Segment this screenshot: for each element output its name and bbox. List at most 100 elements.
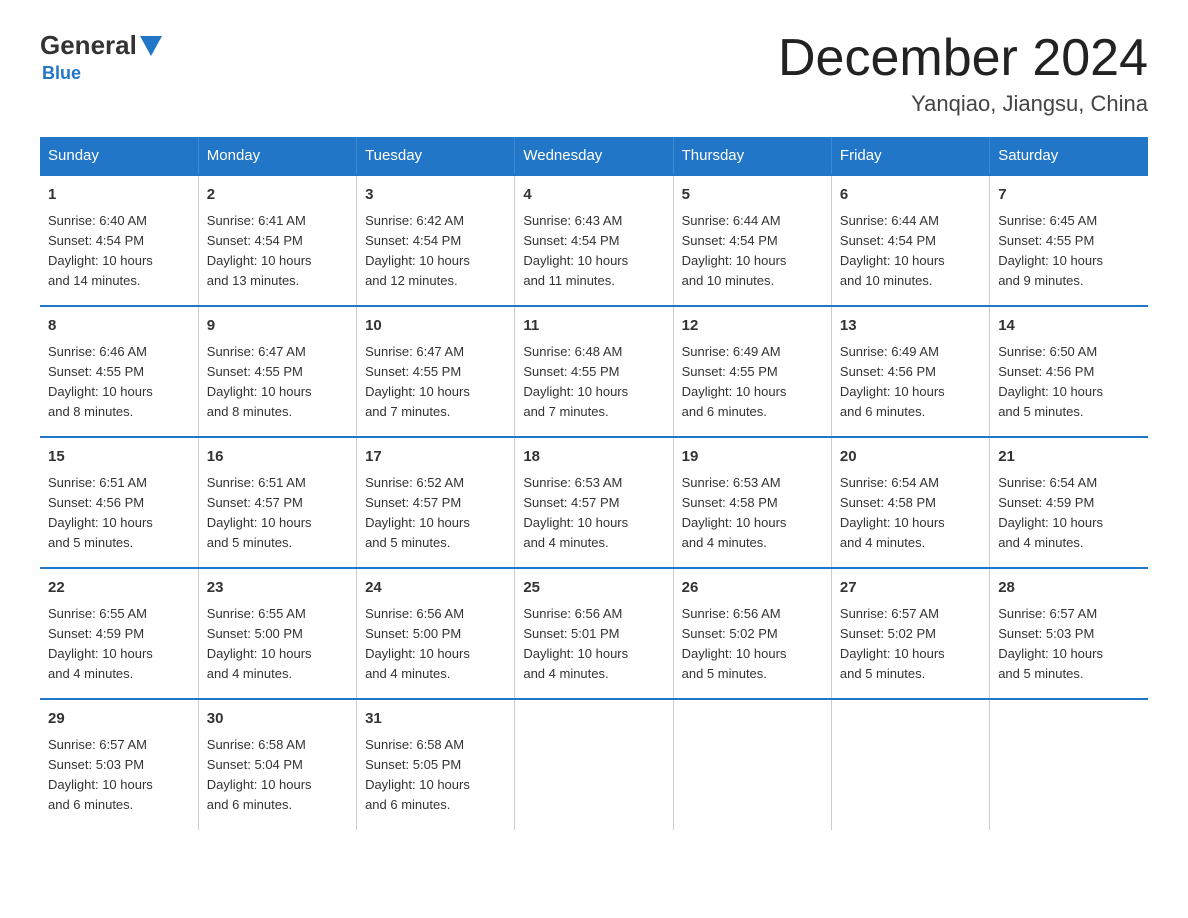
calendar-cell: 1 Sunrise: 6:40 AM Sunset: 4:54 PM Dayli…: [40, 175, 198, 306]
day-number: 18: [523, 446, 664, 469]
weekday-header-tuesday: Tuesday: [357, 137, 515, 175]
logo: General Blue: [40, 30, 162, 84]
calendar-cell: 4 Sunrise: 6:43 AM Sunset: 4:54 PM Dayli…: [515, 175, 673, 306]
calendar-cell: 29 Sunrise: 6:57 AM Sunset: 5:03 PM Dayl…: [40, 699, 198, 829]
day-number: 15: [48, 446, 190, 469]
day-number: 29: [48, 708, 190, 731]
logo-triangle-icon: [140, 36, 162, 56]
day-info: Sunrise: 6:45 AM Sunset: 4:55 PM Dayligh…: [998, 211, 1140, 292]
weekday-header-friday: Friday: [831, 137, 989, 175]
day-number: 4: [523, 184, 664, 207]
day-info: Sunrise: 6:57 AM Sunset: 5:03 PM Dayligh…: [998, 604, 1140, 685]
calendar-cell: 15 Sunrise: 6:51 AM Sunset: 4:56 PM Dayl…: [40, 437, 198, 568]
calendar-cell: 13 Sunrise: 6:49 AM Sunset: 4:56 PM Dayl…: [831, 306, 989, 437]
day-number: 14: [998, 315, 1140, 338]
day-number: 21: [998, 446, 1140, 469]
day-info: Sunrise: 6:49 AM Sunset: 4:55 PM Dayligh…: [682, 342, 823, 423]
week-row-4: 22 Sunrise: 6:55 AM Sunset: 4:59 PM Dayl…: [40, 568, 1148, 699]
calendar-cell: 31 Sunrise: 6:58 AM Sunset: 5:05 PM Dayl…: [357, 699, 515, 829]
calendar-cell: [831, 699, 989, 829]
calendar-cell: 25 Sunrise: 6:56 AM Sunset: 5:01 PM Dayl…: [515, 568, 673, 699]
calendar-cell: 2 Sunrise: 6:41 AM Sunset: 4:54 PM Dayli…: [198, 175, 356, 306]
day-info: Sunrise: 6:56 AM Sunset: 5:01 PM Dayligh…: [523, 604, 664, 685]
day-info: Sunrise: 6:58 AM Sunset: 5:04 PM Dayligh…: [207, 735, 348, 816]
calendar-table: SundayMondayTuesdayWednesdayThursdayFrid…: [40, 137, 1148, 829]
location: Yanqiao, Jiangsu, China: [778, 91, 1148, 117]
weekday-header-monday: Monday: [198, 137, 356, 175]
day-info: Sunrise: 6:58 AM Sunset: 5:05 PM Dayligh…: [365, 735, 506, 816]
calendar-cell: 24 Sunrise: 6:56 AM Sunset: 5:00 PM Dayl…: [357, 568, 515, 699]
calendar-cell: 12 Sunrise: 6:49 AM Sunset: 4:55 PM Dayl…: [673, 306, 831, 437]
calendar-cell: 16 Sunrise: 6:51 AM Sunset: 4:57 PM Dayl…: [198, 437, 356, 568]
day-number: 31: [365, 708, 506, 731]
day-number: 28: [998, 577, 1140, 600]
day-info: Sunrise: 6:44 AM Sunset: 4:54 PM Dayligh…: [840, 211, 981, 292]
day-number: 30: [207, 708, 348, 731]
day-info: Sunrise: 6:56 AM Sunset: 5:02 PM Dayligh…: [682, 604, 823, 685]
day-number: 20: [840, 446, 981, 469]
day-info: Sunrise: 6:53 AM Sunset: 4:57 PM Dayligh…: [523, 473, 664, 554]
day-info: Sunrise: 6:42 AM Sunset: 4:54 PM Dayligh…: [365, 211, 506, 292]
calendar-cell: 8 Sunrise: 6:46 AM Sunset: 4:55 PM Dayli…: [40, 306, 198, 437]
day-number: 27: [840, 577, 981, 600]
weekday-header-wednesday: Wednesday: [515, 137, 673, 175]
month-title: December 2024: [778, 30, 1148, 87]
page-header: General Blue December 2024 Yanqiao, Jian…: [40, 30, 1148, 117]
day-info: Sunrise: 6:43 AM Sunset: 4:54 PM Dayligh…: [523, 211, 664, 292]
logo-general-text: General: [40, 30, 137, 61]
calendar-cell: 9 Sunrise: 6:47 AM Sunset: 4:55 PM Dayli…: [198, 306, 356, 437]
calendar-cell: 27 Sunrise: 6:57 AM Sunset: 5:02 PM Dayl…: [831, 568, 989, 699]
calendar-cell: 20 Sunrise: 6:54 AM Sunset: 4:58 PM Dayl…: [831, 437, 989, 568]
day-info: Sunrise: 6:46 AM Sunset: 4:55 PM Dayligh…: [48, 342, 190, 423]
calendar-cell: [515, 699, 673, 829]
calendar-cell: 17 Sunrise: 6:52 AM Sunset: 4:57 PM Dayl…: [357, 437, 515, 568]
weekday-header-row: SundayMondayTuesdayWednesdayThursdayFrid…: [40, 137, 1148, 175]
calendar-cell: [673, 699, 831, 829]
day-number: 9: [207, 315, 348, 338]
calendar-cell: 30 Sunrise: 6:58 AM Sunset: 5:04 PM Dayl…: [198, 699, 356, 829]
day-number: 16: [207, 446, 348, 469]
day-number: 2: [207, 184, 348, 207]
day-number: 25: [523, 577, 664, 600]
calendar-cell: 19 Sunrise: 6:53 AM Sunset: 4:58 PM Dayl…: [673, 437, 831, 568]
calendar-cell: 23 Sunrise: 6:55 AM Sunset: 5:00 PM Dayl…: [198, 568, 356, 699]
calendar-cell: 5 Sunrise: 6:44 AM Sunset: 4:54 PM Dayli…: [673, 175, 831, 306]
week-row-2: 8 Sunrise: 6:46 AM Sunset: 4:55 PM Dayli…: [40, 306, 1148, 437]
day-number: 10: [365, 315, 506, 338]
day-info: Sunrise: 6:50 AM Sunset: 4:56 PM Dayligh…: [998, 342, 1140, 423]
calendar-cell: 3 Sunrise: 6:42 AM Sunset: 4:54 PM Dayli…: [357, 175, 515, 306]
day-info: Sunrise: 6:47 AM Sunset: 4:55 PM Dayligh…: [207, 342, 348, 423]
day-number: 1: [48, 184, 190, 207]
day-info: Sunrise: 6:56 AM Sunset: 5:00 PM Dayligh…: [365, 604, 506, 685]
calendar-cell: 10 Sunrise: 6:47 AM Sunset: 4:55 PM Dayl…: [357, 306, 515, 437]
day-number: 17: [365, 446, 506, 469]
day-number: 11: [523, 315, 664, 338]
calendar-cell: 22 Sunrise: 6:55 AM Sunset: 4:59 PM Dayl…: [40, 568, 198, 699]
day-number: 13: [840, 315, 981, 338]
day-info: Sunrise: 6:44 AM Sunset: 4:54 PM Dayligh…: [682, 211, 823, 292]
day-number: 3: [365, 184, 506, 207]
day-info: Sunrise: 6:54 AM Sunset: 4:58 PM Dayligh…: [840, 473, 981, 554]
calendar-cell: 28 Sunrise: 6:57 AM Sunset: 5:03 PM Dayl…: [990, 568, 1148, 699]
week-row-3: 15 Sunrise: 6:51 AM Sunset: 4:56 PM Dayl…: [40, 437, 1148, 568]
day-number: 26: [682, 577, 823, 600]
day-info: Sunrise: 6:53 AM Sunset: 4:58 PM Dayligh…: [682, 473, 823, 554]
calendar-cell: 14 Sunrise: 6:50 AM Sunset: 4:56 PM Dayl…: [990, 306, 1148, 437]
logo-blue-text: Blue: [42, 63, 81, 84]
calendar-cell: 21 Sunrise: 6:54 AM Sunset: 4:59 PM Dayl…: [990, 437, 1148, 568]
day-info: Sunrise: 6:48 AM Sunset: 4:55 PM Dayligh…: [523, 342, 664, 423]
day-info: Sunrise: 6:47 AM Sunset: 4:55 PM Dayligh…: [365, 342, 506, 423]
calendar-cell: [990, 699, 1148, 829]
day-number: 8: [48, 315, 190, 338]
day-number: 6: [840, 184, 981, 207]
day-info: Sunrise: 6:51 AM Sunset: 4:57 PM Dayligh…: [207, 473, 348, 554]
day-info: Sunrise: 6:57 AM Sunset: 5:02 PM Dayligh…: [840, 604, 981, 685]
calendar-cell: 11 Sunrise: 6:48 AM Sunset: 4:55 PM Dayl…: [515, 306, 673, 437]
day-info: Sunrise: 6:52 AM Sunset: 4:57 PM Dayligh…: [365, 473, 506, 554]
week-row-5: 29 Sunrise: 6:57 AM Sunset: 5:03 PM Dayl…: [40, 699, 1148, 829]
day-info: Sunrise: 6:40 AM Sunset: 4:54 PM Dayligh…: [48, 211, 190, 292]
calendar-cell: 6 Sunrise: 6:44 AM Sunset: 4:54 PM Dayli…: [831, 175, 989, 306]
day-number: 12: [682, 315, 823, 338]
weekday-header-sunday: Sunday: [40, 137, 198, 175]
day-info: Sunrise: 6:55 AM Sunset: 4:59 PM Dayligh…: [48, 604, 190, 685]
